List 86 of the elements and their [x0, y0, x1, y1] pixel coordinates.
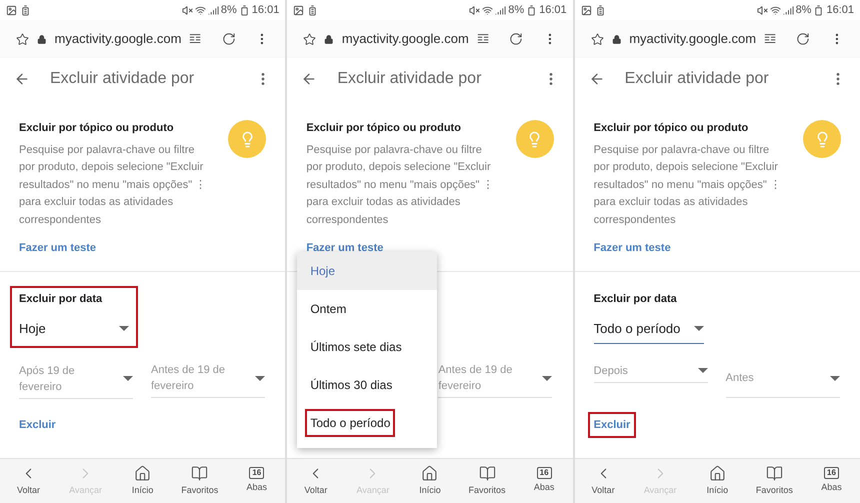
date-range-select[interactable]: Hoje	[19, 319, 129, 344]
reader-mode-icon[interactable]	[189, 33, 202, 45]
dropdown-caret-icon	[542, 376, 552, 380]
lock-icon	[37, 34, 47, 44]
bookmark-star-icon[interactable]	[303, 32, 316, 46]
nav-button[interactable]: Voltar	[287, 459, 344, 503]
battery-icon	[813, 4, 824, 16]
signal-icon	[495, 4, 506, 16]
try-link[interactable]: Fazer um teste	[594, 240, 671, 256]
section-description: Pesquise por palavra-chave ou filtre por produto, depois selecione "Excluir resultados" no menu "mais opções" ⋮ para excluir todas as atividades correspondentes	[306, 142, 494, 228]
date-section-title: Excluir por data	[19, 292, 104, 306]
battery-saver-icon	[307, 4, 318, 16]
dropdown-caret-icon	[123, 376, 133, 381]
clock: 16:01	[252, 2, 280, 18]
section-description: Pesquise por palavra-chave ou filtre por produto, depois selecione "Excluir resultados" no menu "mais opções" ⋮ para excluir todas as atividades correspondentes	[19, 142, 207, 228]
home-icon	[421, 464, 438, 482]
delete-link[interactable]: Excluir	[588, 412, 636, 438]
battery-level: 8%	[508, 2, 524, 18]
nav-button[interactable]: Início	[401, 459, 459, 503]
battery-level: 8%	[220, 2, 237, 18]
mute-icon	[756, 4, 768, 16]
try-link[interactable]: Fazer um teste	[19, 240, 96, 256]
date-range-select[interactable]: Todo o período	[594, 319, 704, 344]
menu-option[interactable]: Últimos 30 dias	[297, 366, 438, 404]
page-title: Excluir atividade por	[50, 69, 194, 89]
section-title: Excluir por tópico ou produto	[594, 121, 750, 136]
tabs-count-icon: 16	[824, 467, 839, 480]
lock-icon	[612, 34, 622, 44]
back-arrow-icon[interactable]	[588, 71, 605, 87]
section-description: Pesquise por palavra-chave ou filtre por produto, depois selecione "Excluir resultados" no menu "mais opções" ⋮ para excluir todas as atividades correspondentes	[594, 142, 782, 228]
home-icon	[134, 464, 152, 482]
nav-button[interactable]: Favoritos	[746, 459, 803, 503]
bookmark-star-icon[interactable]	[590, 32, 604, 46]
nav-button[interactable]: Voltar	[574, 459, 632, 503]
battery-icon	[526, 4, 538, 16]
tabs-count-icon: 16	[536, 467, 552, 480]
dropdown-caret-icon	[119, 326, 129, 332]
menu-option[interactable]: Todo o período	[297, 404, 438, 442]
nav-button[interactable]: 16 Abas	[516, 459, 573, 503]
page-title: Excluir atividade por	[624, 69, 769, 89]
mute-icon	[469, 4, 480, 16]
mute-icon	[182, 4, 193, 16]
section-title: Excluir por tópico ou produto	[19, 121, 175, 136]
reader-mode-icon[interactable]	[476, 33, 489, 45]
battery-level: 8%	[796, 2, 812, 18]
battery-saver-icon	[594, 4, 606, 16]
dropdown-caret-icon	[698, 368, 708, 373]
nav-button[interactable]: Favoritos	[458, 459, 516, 503]
gallery-icon	[580, 4, 592, 16]
dropdown-caret-icon	[694, 326, 704, 332]
delete-link[interactable]: Excluir	[13, 412, 62, 438]
gallery-icon	[293, 4, 304, 16]
nav-button[interactable]: Início	[114, 459, 172, 503]
nav-button[interactable]: Favoritos	[171, 459, 228, 503]
nav-button[interactable]: Início	[688, 459, 746, 503]
battery-saver-icon	[20, 4, 31, 16]
nav-button[interactable]: 16 Abas	[228, 459, 286, 503]
bookmark-star-icon[interactable]	[16, 32, 29, 46]
tabs-count-icon: 16	[249, 467, 264, 480]
date-section-title: Excluir por data	[594, 292, 678, 306]
home-icon	[708, 464, 726, 482]
book-icon	[766, 464, 783, 482]
wifi-icon	[770, 4, 781, 16]
battery-icon	[238, 4, 250, 16]
reload-icon[interactable]	[796, 31, 810, 47]
reload-icon[interactable]	[222, 31, 236, 47]
wifi-icon	[482, 4, 494, 16]
menu-option[interactable]: Hoje	[297, 252, 438, 290]
page-title: Excluir atividade por	[337, 69, 482, 89]
dropdown-caret-icon	[255, 376, 265, 380]
wifi-icon	[194, 4, 206, 16]
section-title: Excluir por tópico ou produto	[306, 121, 462, 136]
nav-button[interactable]: 16 Abas	[802, 459, 860, 503]
gallery-icon	[6, 4, 17, 16]
clock: 16:01	[539, 2, 567, 18]
menu-option[interactable]: Ontem	[297, 290, 438, 328]
book-icon	[191, 464, 208, 482]
highlight-frame: Todo o período	[305, 409, 396, 437]
menu-option[interactable]: Últimos sete dias	[297, 328, 438, 366]
clock: 16:01	[826, 2, 854, 18]
reader-mode-icon[interactable]	[764, 33, 776, 45]
reload-icon[interactable]	[508, 31, 523, 47]
lock-icon	[324, 34, 334, 44]
dropdown-caret-icon	[830, 376, 840, 380]
book-icon	[478, 464, 496, 482]
nav-button[interactable]: Voltar	[0, 459, 58, 503]
